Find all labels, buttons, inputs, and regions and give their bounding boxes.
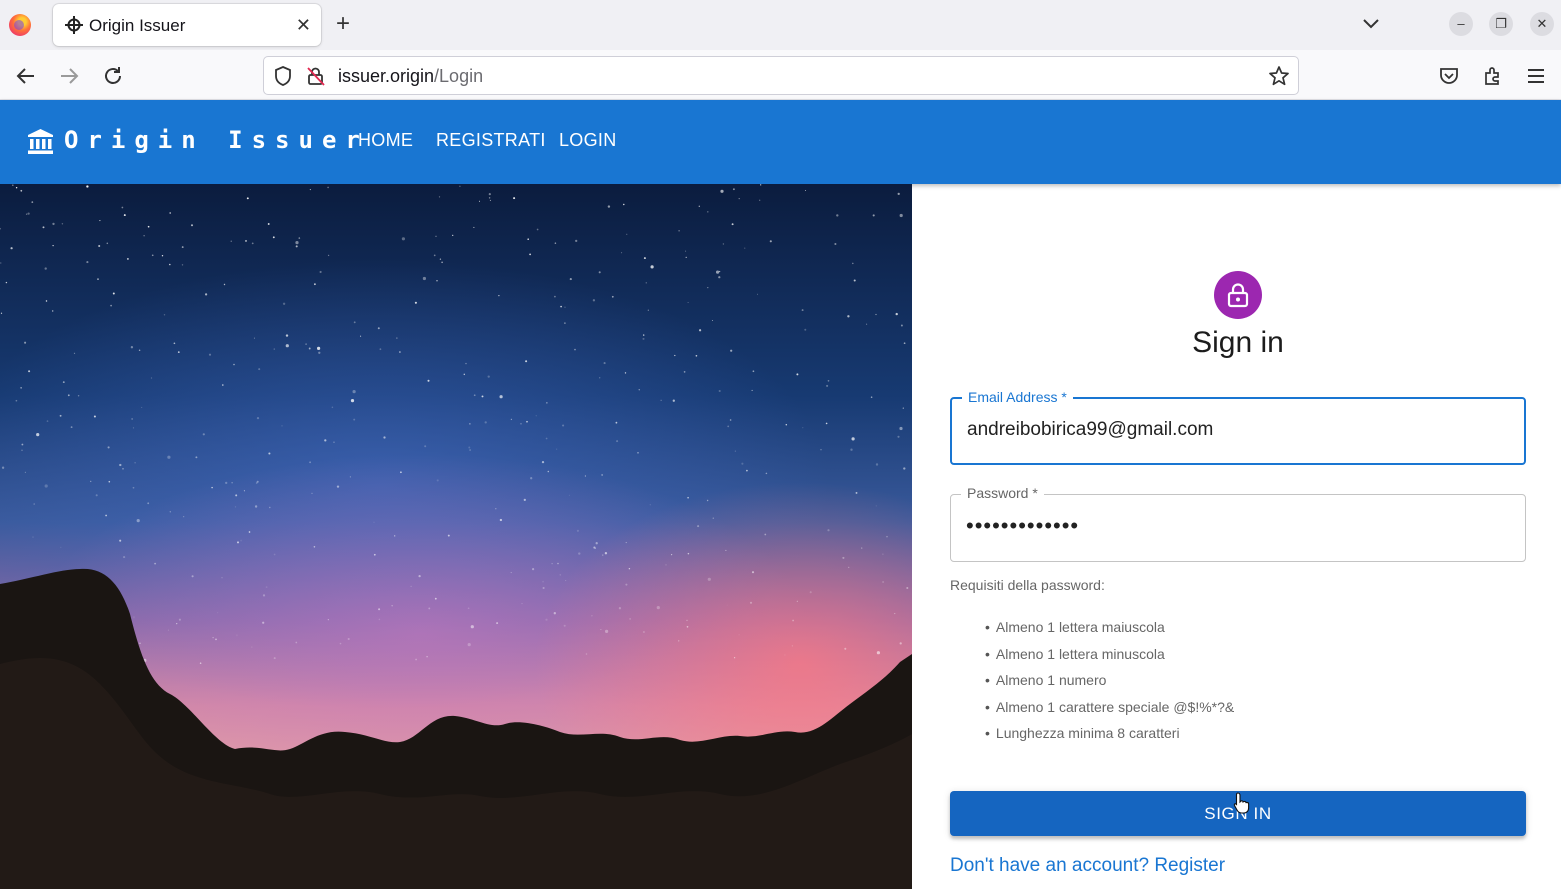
signin-title: Sign in [1192, 326, 1284, 359]
email-label: Email Address * [962, 388, 1073, 406]
insecure-lock-icon[interactable] [306, 66, 326, 86]
password-label: Password * [961, 484, 1044, 502]
starry-sky-image [0, 184, 912, 889]
minimize-button[interactable]: – [1449, 12, 1473, 36]
menu-hamburger-icon[interactable] [1524, 64, 1548, 88]
password-input[interactable]: ••••••••••••• [966, 513, 1506, 539]
nav-registrati[interactable]: REGISTRATI [436, 130, 546, 151]
nav-home[interactable]: HOME [358, 130, 413, 151]
requirement-item: Lunghezza minima 8 caratteri [985, 724, 1234, 751]
password-requirements-list: Almeno 1 lettera maiuscola Almeno 1 lett… [985, 618, 1234, 751]
back-arrow-icon[interactable] [14, 64, 38, 88]
browser-tab[interactable]: Origin Issuer ✕ [53, 4, 321, 46]
password-field[interactable]: Password * ••••••••••••• [950, 484, 1526, 562]
tab-title: Origin Issuer [89, 16, 186, 35]
requirement-item: Almeno 1 carattere speciale @$!%*?& [985, 698, 1234, 725]
lock-avatar [1214, 271, 1262, 319]
rock-silhouette [0, 568, 912, 889]
shield-icon[interactable] [274, 66, 292, 86]
bookmark-star-icon[interactable] [1268, 65, 1290, 87]
register-link[interactable]: Don't have an account? Register [950, 855, 1225, 877]
tab-close-icon[interactable]: ✕ [296, 13, 311, 37]
email-field[interactable]: Email Address * andreibobirica99@gmail.c… [950, 388, 1526, 465]
mouse-pointer-icon [1233, 792, 1250, 814]
requirement-item: Almeno 1 numero [985, 671, 1234, 698]
url-host: issuer.origin [338, 66, 435, 86]
tab-list-chevron-icon[interactable] [1360, 13, 1382, 35]
lock-icon [1227, 283, 1249, 308]
new-tab-button[interactable]: + [336, 10, 350, 38]
reload-icon[interactable] [101, 64, 125, 88]
password-requirements-title: Requisiti della password: [950, 577, 1105, 593]
crosshair-icon [65, 16, 83, 34]
requirement-item: Almeno 1 lettera maiuscola [985, 618, 1234, 645]
bank-icon [28, 129, 53, 154]
email-input[interactable]: andreibobirica99@gmail.com [967, 419, 1507, 441]
requirement-item: Almeno 1 lettera minuscola [985, 645, 1234, 672]
pocket-icon[interactable] [1437, 64, 1461, 88]
url-path: /Login [434, 66, 484, 86]
brand-title[interactable]: Origin Issuer [64, 126, 369, 154]
close-window-button[interactable]: ✕ [1530, 12, 1554, 36]
nav-login[interactable]: LOGIN [559, 130, 617, 151]
extensions-icon[interactable] [1481, 64, 1505, 88]
firefox-logo-icon [9, 14, 31, 36]
url-text[interactable]: issuer.origin/Login [338, 66, 483, 87]
url-bar[interactable]: issuer.origin/Login [263, 56, 1299, 95]
restore-button[interactable]: ❐ [1489, 12, 1513, 36]
forward-arrow-icon[interactable] [57, 64, 81, 88]
